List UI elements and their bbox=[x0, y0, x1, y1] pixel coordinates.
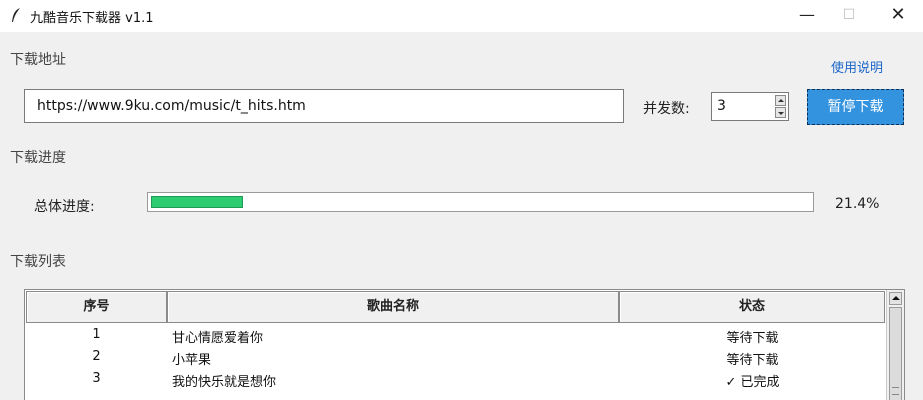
table-row[interactable]: 1 甘心情愿爱着你 等待下载 bbox=[25, 325, 885, 347]
feather-icon bbox=[12, 8, 20, 22]
title-bar: 九酷音乐下载器 v1.1 — ☐ ✕ bbox=[0, 0, 923, 32]
table-body: 1 甘心情愿爱着你 等待下载 2 小苹果 等待下载 3 我的快乐就是想你 ✓ 已… bbox=[25, 325, 885, 391]
row-index: 1 bbox=[92, 327, 101, 342]
spin-down-arrow-icon[interactable] bbox=[775, 107, 786, 118]
spin-arrows[interactable] bbox=[775, 95, 786, 118]
download-list-table[interactable]: 序号 歌曲名称 状态 1 甘心情愿爱着你 等待下载 2 小苹果 等待下载 3 我… bbox=[24, 289, 905, 400]
row-song-name: 小苹果 bbox=[172, 353, 212, 368]
concurrency-spinbox[interactable]: 3 bbox=[711, 92, 789, 121]
column-header-status[interactable]: 状态 bbox=[619, 291, 885, 323]
maximize-button[interactable]: ☐ bbox=[826, 0, 872, 32]
scroll-up-arrow-icon[interactable] bbox=[889, 292, 902, 305]
table-row[interactable]: 3 我的快乐就是想你 ✓ 已完成 bbox=[25, 369, 885, 391]
concurrency-value[interactable]: 3 bbox=[717, 98, 726, 114]
spin-up-arrow-icon[interactable] bbox=[775, 95, 786, 106]
row-index: 2 bbox=[92, 349, 101, 364]
pause-download-button[interactable]: 暂停下载 bbox=[807, 89, 904, 125]
minimize-button[interactable]: — bbox=[784, 0, 830, 32]
row-song-name: 我的快乐就是想你 bbox=[172, 375, 277, 390]
concurrency-label: 并发数: bbox=[643, 101, 690, 117]
progress-fill bbox=[151, 196, 243, 208]
download-progress-label: 下载进度 bbox=[10, 150, 66, 166]
help-link[interactable]: 使用说明 bbox=[831, 57, 883, 76]
row-status: ✓ 已完成 bbox=[725, 375, 780, 390]
download-list-label: 下载列表 bbox=[10, 254, 66, 270]
vertical-scrollbar[interactable] bbox=[886, 290, 904, 400]
scroll-grip-icon bbox=[892, 387, 899, 395]
download-address-label: 下载地址 bbox=[10, 52, 66, 68]
column-header-song-name[interactable]: 歌曲名称 bbox=[167, 291, 619, 323]
row-index: 3 bbox=[92, 371, 101, 386]
column-header-index[interactable]: 序号 bbox=[26, 291, 167, 323]
scroll-thumb[interactable] bbox=[889, 307, 902, 400]
overall-progress-bar bbox=[147, 192, 814, 212]
table-row[interactable]: 2 小苹果 等待下载 bbox=[25, 347, 885, 369]
row-status: 等待下载 bbox=[726, 353, 779, 368]
overall-progress-label: 总体进度: bbox=[34, 199, 95, 215]
row-song-name: 甘心情愿爱着你 bbox=[172, 331, 264, 346]
row-status: 等待下载 bbox=[726, 331, 779, 346]
progress-percent: 21.4% bbox=[835, 196, 880, 212]
window-title: 九酷音乐下载器 v1.1 bbox=[30, 11, 154, 26]
close-button[interactable]: ✕ bbox=[875, 0, 921, 32]
url-input[interactable]: https://www.9ku.com/music/t_hits.htm bbox=[24, 89, 624, 123]
